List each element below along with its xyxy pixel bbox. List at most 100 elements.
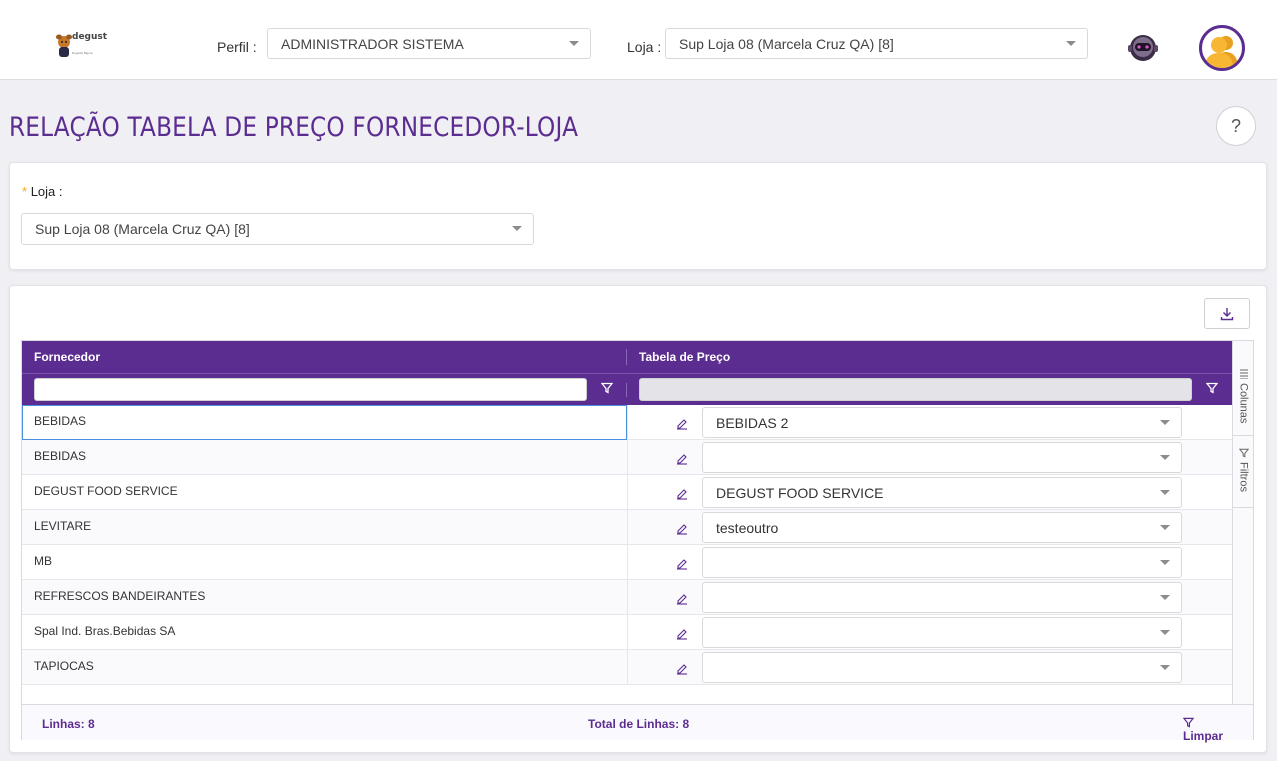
loja-header-label: Loja : [627,39,662,55]
table-row[interactable]: DEGUST FOOD SERVICE DEGUST FOOD SERVICE [22,475,1232,510]
chevron-down-icon [1160,525,1170,530]
fornecedor-cell: LEVITARE [34,519,92,533]
filters-panel-label: Filtros [1237,462,1250,492]
loja-header-select-value: Sup Loja 08 (Marcela Cruz QA) [8] [679,35,894,52]
perfil-select[interactable]: ADMINISTRADOR SISTEMA [267,28,591,59]
table-row[interactable]: MB [22,545,1232,580]
loja-select-value: Sup Loja 08 (Marcela Cruz QA) [8] [35,221,250,237]
logo-mascot-icon [56,34,72,57]
fornecedor-cell: BEBIDAS [34,449,87,463]
fornecedor-cell: TAPIOCAS [34,659,94,673]
chevron-down-icon [569,41,579,46]
filters-panel-tab[interactable]: Filtros [1233,444,1254,508]
page-title: RELAÇÃO TABELA DE PREÇO FORNECEDOR-LOJA [9,112,579,143]
column-divider [627,440,628,475]
tabela-de-preco-value: BEBIDAS 2 [716,414,789,431]
fornecedor-cell: DEGUST FOOD SERVICE [34,484,178,498]
filter-icon[interactable] [1206,382,1218,394]
table-row[interactable]: TAPIOCAS [22,650,1232,685]
logo-subtext: Degustti Bigora [72,51,93,55]
user-avatar[interactable] [1199,25,1245,71]
columns-panel-tab[interactable]: Colunas [1233,365,1254,436]
fornecedor-filter-input[interactable] [34,378,587,401]
loja-field-label: * Loja : [22,184,63,199]
chevron-down-icon [512,226,522,231]
tabela-de-preco-select[interactable] [702,582,1182,613]
edit-pencil-icon[interactable] [675,486,689,500]
filter-icon [1183,717,1194,728]
column-divider [627,475,628,510]
export-button[interactable] [1204,298,1250,329]
chevron-down-icon [1160,420,1170,425]
tabela-de-preco-value: testeoutro [716,519,779,536]
total-rows-count: Total de Linhas: 8 [588,717,690,731]
chevron-down-icon [1160,630,1170,635]
columns-panel-label: Colunas [1237,383,1250,424]
grid-side-bar: Colunas Filtros [1232,341,1254,704]
tabela-de-preco-select[interactable]: testeoutro [702,512,1182,543]
grid-footer: Linhas: 8 Total de Linhas: 8 Limpar [22,704,1253,743]
edit-pencil-icon[interactable] [675,626,689,640]
table-row[interactable]: BEBIDAS BEBIDAS 2 [22,405,1232,440]
tabela-de-preco-select[interactable]: BEBIDAS 2 [702,407,1182,438]
chevron-down-icon [1160,665,1170,670]
grid-header: Fornecedor Tabela de Preço [22,341,1232,373]
table-row[interactable]: REFRESCOS BANDEIRANTES [22,580,1232,615]
chevron-down-icon [1160,455,1170,460]
cell-focus-outline [22,405,627,440]
loja-header-select[interactable]: Sup Loja 08 (Marcela Cruz QA) [8] [665,28,1088,59]
chevron-down-icon [1066,41,1076,46]
tabela-de-preco-select[interactable] [702,652,1182,683]
download-icon [1220,307,1234,320]
loja-select[interactable]: Sup Loja 08 (Marcela Cruz QA) [8] [21,213,534,245]
column-divider [627,545,628,580]
tabela-de-preco-select[interactable]: DEGUST FOOD SERVICE [702,477,1182,508]
column-divider [627,615,628,650]
clear-filters-button[interactable]: Limpar [1183,717,1223,743]
chevron-down-icon [1160,595,1170,600]
data-grid: Fornecedor Tabela de Preço BEBIDAS BEBIDA… [21,340,1254,743]
column-header-fornecedor[interactable]: Fornecedor [34,350,100,364]
column-divider [627,405,628,440]
fornecedor-cell: REFRESCOS BANDEIRANTES [34,589,206,603]
logo-text: degust [72,32,108,42]
column-divider [627,580,628,615]
column-header-tabela-de-preco[interactable]: Tabela de Preço [639,350,730,364]
required-mark: * [22,184,28,199]
fornecedor-cell: MB [34,554,52,568]
perfil-label: Perfil : [217,39,257,55]
columns-icon [1239,369,1248,379]
chevron-down-icon [1160,560,1170,565]
table-row[interactable]: BEBIDAS [22,440,1232,475]
tabela-de-preco-select[interactable] [702,617,1182,648]
edit-pencil-icon[interactable] [675,451,689,465]
column-divider [627,510,628,545]
filter-icon[interactable] [601,382,613,394]
edit-pencil-icon[interactable] [675,661,689,675]
filter-separator [626,383,627,397]
chevron-down-icon [1160,490,1170,495]
loja-field-label-text: Loja : [30,184,63,199]
tabela-filter-input[interactable] [639,378,1192,401]
edit-pencil-icon[interactable] [675,521,689,535]
fornecedor-cell: Spal Ind. Bras.Bebidas SA [34,624,176,638]
edit-pencil-icon[interactable] [675,556,689,570]
filter-icon [1238,448,1249,458]
table-row[interactable]: LEVITARE testeoutro [22,510,1232,545]
user-icon [1205,36,1238,68]
grid-filter-row [22,373,1232,405]
edit-pencil-icon[interactable] [675,591,689,605]
edit-pencil-icon[interactable] [675,416,689,430]
tabela-de-preco-select[interactable] [702,547,1182,578]
tabela-de-preco-select[interactable] [702,442,1182,473]
column-divider [627,650,628,685]
top-bar: degust Degustti Bigora Perfil : ADMINIST… [0,0,1277,80]
tabela-de-preco-value: DEGUST FOOD SERVICE [716,484,884,501]
help-button[interactable]: ? [1216,106,1256,146]
column-separator[interactable] [626,349,627,365]
rows-count: Linhas: 8 [42,717,95,731]
degust-logo[interactable]: degust Degustti Bigora [55,32,108,62]
perfil-select-value: ADMINISTRADOR SISTEMA [281,35,464,52]
assistant-robot-icon[interactable] [1125,30,1161,66]
table-row[interactable]: Spal Ind. Bras.Bebidas SA [22,615,1232,650]
